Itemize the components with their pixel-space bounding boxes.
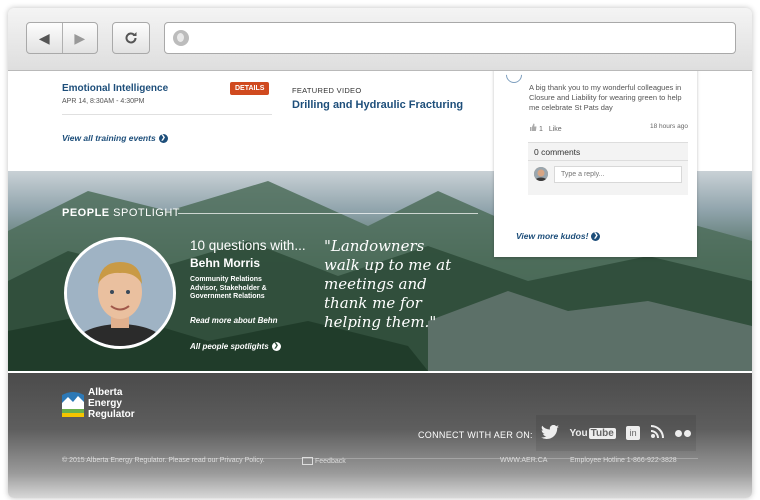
training-event-title[interactable]: Emotional Intelligence [62, 83, 168, 94]
twitter-icon[interactable] [541, 424, 560, 442]
person-role: Community Relations Advisor, Stakeholder… [190, 276, 267, 300]
feedback-link[interactable]: Feedback [302, 457, 346, 465]
copyright-text[interactable]: © 2015 Alberta Energy Regulator. Please … [62, 457, 265, 464]
user-avatar [534, 167, 548, 181]
comments-box: 0 comments [528, 142, 688, 195]
youtube-you-text: You [569, 427, 588, 439]
likes-count: 1 [538, 126, 543, 133]
feedback-label: Feedback [315, 457, 346, 465]
spotlight-divider [178, 213, 478, 214]
spotlight-heading: PEOPLE SPOTLIGHT [62, 207, 180, 219]
mail-icon [302, 457, 313, 465]
comments-count[interactable]: 0 comments [534, 147, 580, 157]
thumbs-up-icon [530, 123, 537, 131]
view-all-training-link[interactable]: View all training events ❯ [62, 133, 168, 144]
connect-label: CONNECT WITH AER ON: [418, 430, 533, 440]
featured-video-label: FEATURED VIDEO [292, 86, 362, 95]
kudos-panel: A big thank you to my wonderful colleagu… [494, 71, 697, 257]
spotlight-heading-rest: SPOTLIGHT [109, 207, 181, 219]
web-page: Emotional Intelligence APR 14, 8:30AM - … [8, 71, 752, 498]
site-footer: Alberta Energy Regulator CONNECT WITH AE… [8, 373, 752, 498]
all-spotlights-label: All people spotlights [190, 342, 269, 351]
person-photo [67, 240, 173, 346]
view-more-kudos-link[interactable]: View more kudos! ❯ [516, 231, 601, 242]
avatar [64, 237, 176, 349]
reload-icon [125, 32, 137, 44]
website-link[interactable]: WWW.AER.CA [500, 457, 547, 464]
questions-title: 10 questions with... [190, 238, 306, 253]
kudos-timestamp: 18 hours ago [650, 123, 688, 130]
back-button[interactable]: ◀ [27, 23, 62, 53]
browser-toolbar: ◀ ▶ [8, 8, 752, 71]
view-more-kudos-label: View more kudos! [516, 231, 589, 241]
chevron-right-icon: ❯ [158, 134, 168, 144]
rss-icon[interactable] [650, 424, 665, 442]
training-event-date: APR 14, 8:30AM - 4:30PM [62, 98, 145, 105]
user-photo [534, 167, 548, 181]
aer-logo-text: Alberta Energy Regulator [88, 387, 135, 420]
employee-hotline: Employee Hotline 1-866-922-3828 [570, 457, 677, 464]
browser-window: ◀ ▶ Emotional Intelligence APR 14, 8:30A… [8, 8, 752, 498]
kudos-message: A big thank you to my wonderful colleagu… [529, 83, 682, 112]
aer-logo[interactable]: Alberta Energy Regulator [62, 387, 172, 427]
read-more-link[interactable]: Read more about Behn [190, 316, 278, 325]
linkedin-icon[interactable]: in [626, 426, 641, 440]
spotlight-heading-bold: PEOPLE [62, 207, 110, 219]
spotlight-quote: "Landowners walk up to me at meetings an… [324, 237, 452, 331]
all-spotlights-link[interactable]: All people spotlights ❯ [190, 342, 281, 352]
person-name: Behn Morris [190, 256, 261, 270]
forward-arrow-icon: ▶ [74, 29, 86, 46]
featured-video-link[interactable]: Drilling and Hydraulic Fracturing [292, 99, 463, 111]
details-button[interactable]: DETAILS [230, 82, 270, 95]
youtube-tube-text: Tube [588, 427, 616, 439]
flickr-icon[interactable] [674, 429, 691, 437]
reload-button[interactable] [112, 22, 150, 54]
chevron-right-icon: ❯ [271, 342, 281, 352]
reply-input[interactable] [554, 166, 682, 183]
comments-divider [528, 160, 688, 161]
nav-button-group: ◀ ▶ [26, 22, 98, 54]
kudos-avatar [502, 71, 526, 87]
aer-logo-mark [62, 392, 84, 417]
chevron-right-icon: ❯ [591, 232, 601, 242]
like-button[interactable]: 1 Like [529, 123, 562, 133]
divider [62, 114, 272, 115]
social-links: You Tube in [536, 415, 696, 451]
youtube-icon[interactable]: You Tube [569, 427, 616, 439]
view-all-training-label: View all training events [62, 133, 156, 143]
address-bar[interactable] [164, 22, 736, 54]
back-arrow-icon: ◀ [38, 29, 50, 46]
forward-button[interactable]: ▶ [61, 23, 98, 53]
globe-icon [173, 30, 189, 46]
like-label: Like [548, 126, 562, 133]
